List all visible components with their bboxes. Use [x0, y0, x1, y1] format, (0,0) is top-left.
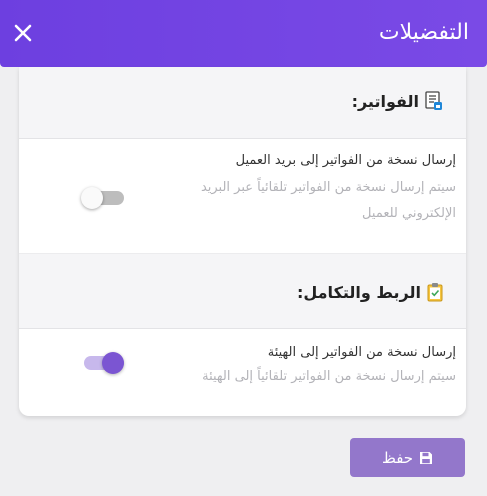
invoice-icon	[425, 91, 443, 111]
setting-row-send-to-customer: إرسال نسخة من الفواتير إلى بريد العميل س…	[19, 139, 466, 253]
toggle-knob	[81, 187, 103, 209]
setting-row-send-to-authority: إرسال نسخة من الفواتير إلى الهيئة سيتم إ…	[19, 328, 466, 416]
section-title-integration: الربط والتكامل:	[296, 282, 421, 302]
modal-title: التفضيلات	[378, 20, 469, 45]
setting-description: سيتم إرسال نسخة من الفواتير تلقائياً عبر…	[200, 180, 456, 221]
save-label: حفظ	[381, 448, 414, 467]
integration-section-header: الربط والتكامل:	[19, 253, 466, 329]
floppy-disk-icon	[419, 451, 433, 465]
invoices-section-header: الفواتير:	[19, 67, 466, 139]
setting-title: إرسال نسخة من الفواتير إلى بريد العميل	[235, 153, 456, 168]
toggle-knob	[102, 352, 124, 374]
modal-header: التفضيلات	[0, 0, 487, 67]
send-to-authority-toggle[interactable]	[81, 351, 125, 375]
save-button[interactable]: حفظ	[350, 438, 465, 477]
clipboard-check-icon	[427, 282, 443, 302]
close-icon	[14, 24, 32, 42]
setting-description: سيتم إرسال نسخة من الفواتير تلقائياً إلى…	[202, 369, 456, 384]
close-button[interactable]	[12, 22, 34, 44]
settings-card: الفواتير: إرسال نسخة من الفواتير إلى بري…	[19, 67, 466, 416]
setting-title: إرسال نسخة من الفواتير إلى الهيئة	[267, 345, 456, 360]
section-title-invoices: الفواتير:	[351, 91, 419, 111]
preferences-modal: التفضيلات الفواتير: إرسال نسخة من الفوات…	[0, 0, 487, 496]
send-to-customer-toggle[interactable]	[81, 186, 125, 210]
